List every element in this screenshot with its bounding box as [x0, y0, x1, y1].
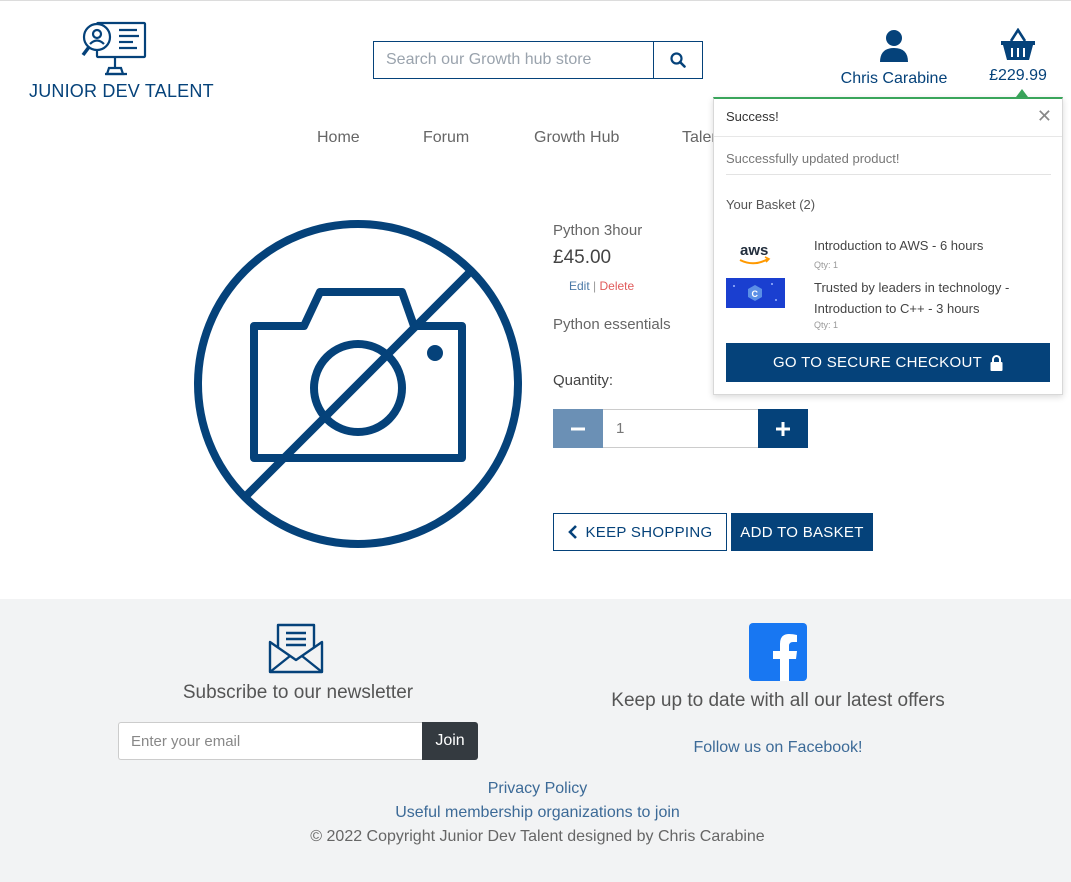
quantity-label: Quantity: — [553, 372, 614, 389]
nav-growth-hub[interactable]: Growth Hub — [534, 129, 619, 147]
increment-button[interactable] — [758, 409, 808, 448]
product-description: Python essentials — [553, 316, 671, 333]
basket-item-qty: Qty: 1 — [814, 260, 839, 270]
checkout-label: GO TO SECURE CHECKOUT — [772, 354, 983, 371]
divider — [726, 174, 1051, 175]
minus-icon — [571, 427, 585, 430]
envelope-icon — [268, 622, 324, 674]
nav-home[interactable]: Home — [317, 129, 360, 147]
close-icon[interactable]: ✕ — [1037, 106, 1052, 127]
search-input[interactable] — [374, 42, 653, 78]
success-toast: Success! ✕ Successfully updated product!… — [713, 97, 1063, 395]
join-button[interactable]: Join — [422, 722, 478, 760]
product-name: Python 3hour — [553, 222, 643, 239]
keep-shopping-button[interactable]: KEEP SHOPPING — [553, 513, 727, 551]
newsletter-title: Subscribe to our newsletter — [182, 682, 414, 703]
no-image-placeholder — [192, 218, 524, 550]
search-button[interactable] — [653, 42, 702, 78]
basket-item-qty: Qty: 1 — [814, 320, 839, 330]
add-to-basket-button[interactable]: ADD TO BASKET — [731, 513, 873, 551]
brand-name[interactable]: JUNIOR DEV TALENT — [29, 81, 214, 102]
facebook-icon[interactable] — [749, 623, 807, 681]
cpp-thumbnail: C — [726, 278, 785, 308]
secure-checkout-button[interactable]: GO TO SECURE CHECKOUT — [726, 343, 1050, 382]
privacy-policy-link[interactable]: Privacy Policy — [335, 780, 740, 798]
user-icon — [880, 30, 908, 62]
cpp-logo-text: C — [752, 289, 759, 299]
link-separator: | — [593, 279, 597, 293]
basket-total: £229.99 — [989, 67, 1047, 84]
email-field[interactable]: Enter your email — [118, 722, 422, 760]
product-price: £45.00 — [553, 247, 612, 268]
toast-header: Success! ✕ — [714, 99, 1062, 137]
basket-link[interactable]: £229.99 — [984, 27, 1052, 85]
top-border — [0, 0, 1071, 1]
aws-thumbnail: aws — [726, 239, 786, 271]
basket-item-title[interactable]: Trusted by leaders in technology - Intro… — [814, 277, 1044, 319]
plus-icon — [776, 421, 790, 436]
basket-item-title[interactable]: Introduction to AWS - 6 hours — [814, 238, 983, 253]
account-name: Chris Carabine — [840, 70, 948, 87]
facebook-link[interactable]: Follow us on Facebook! — [578, 739, 978, 757]
quantity-input[interactable]: 1 — [603, 409, 758, 448]
membership-orgs-link[interactable]: Useful membership organizations to join — [335, 804, 740, 822]
toast-arrow — [1016, 89, 1028, 97]
newsletter-form: Enter your email Join — [118, 722, 478, 760]
edit-link[interactable]: Edit — [569, 279, 590, 293]
facebook-title: Keep up to date with all our latest offe… — [611, 690, 945, 711]
basket-heading: Your Basket (2) — [726, 197, 816, 212]
toast-message: Successfully updated product! — [726, 151, 900, 166]
quantity-stepper: 1 — [553, 409, 808, 448]
aws-logo-text: aws — [740, 242, 768, 259]
basket-icon — [1001, 27, 1035, 60]
search-bar — [373, 41, 703, 79]
product-admin-links: Edit | Delete — [569, 279, 634, 293]
toast-title: Success! — [726, 109, 779, 124]
lock-icon — [990, 354, 1003, 371]
delete-link[interactable]: Delete — [600, 279, 635, 293]
copyright: © 2022 Copyright Junior Dev Talent desig… — [310, 828, 765, 845]
account-link[interactable]: Chris Carabine — [838, 29, 950, 88]
nav-forum[interactable]: Forum — [423, 129, 469, 147]
no-camera-icon — [194, 220, 522, 548]
search-icon — [670, 52, 686, 68]
logo-magnifier-icon[interactable] — [81, 20, 147, 78]
decrement-button[interactable] — [553, 409, 603, 448]
keep-shopping-label: KEEP SHOPPING — [585, 523, 713, 541]
chevron-left-icon — [567, 525, 577, 539]
